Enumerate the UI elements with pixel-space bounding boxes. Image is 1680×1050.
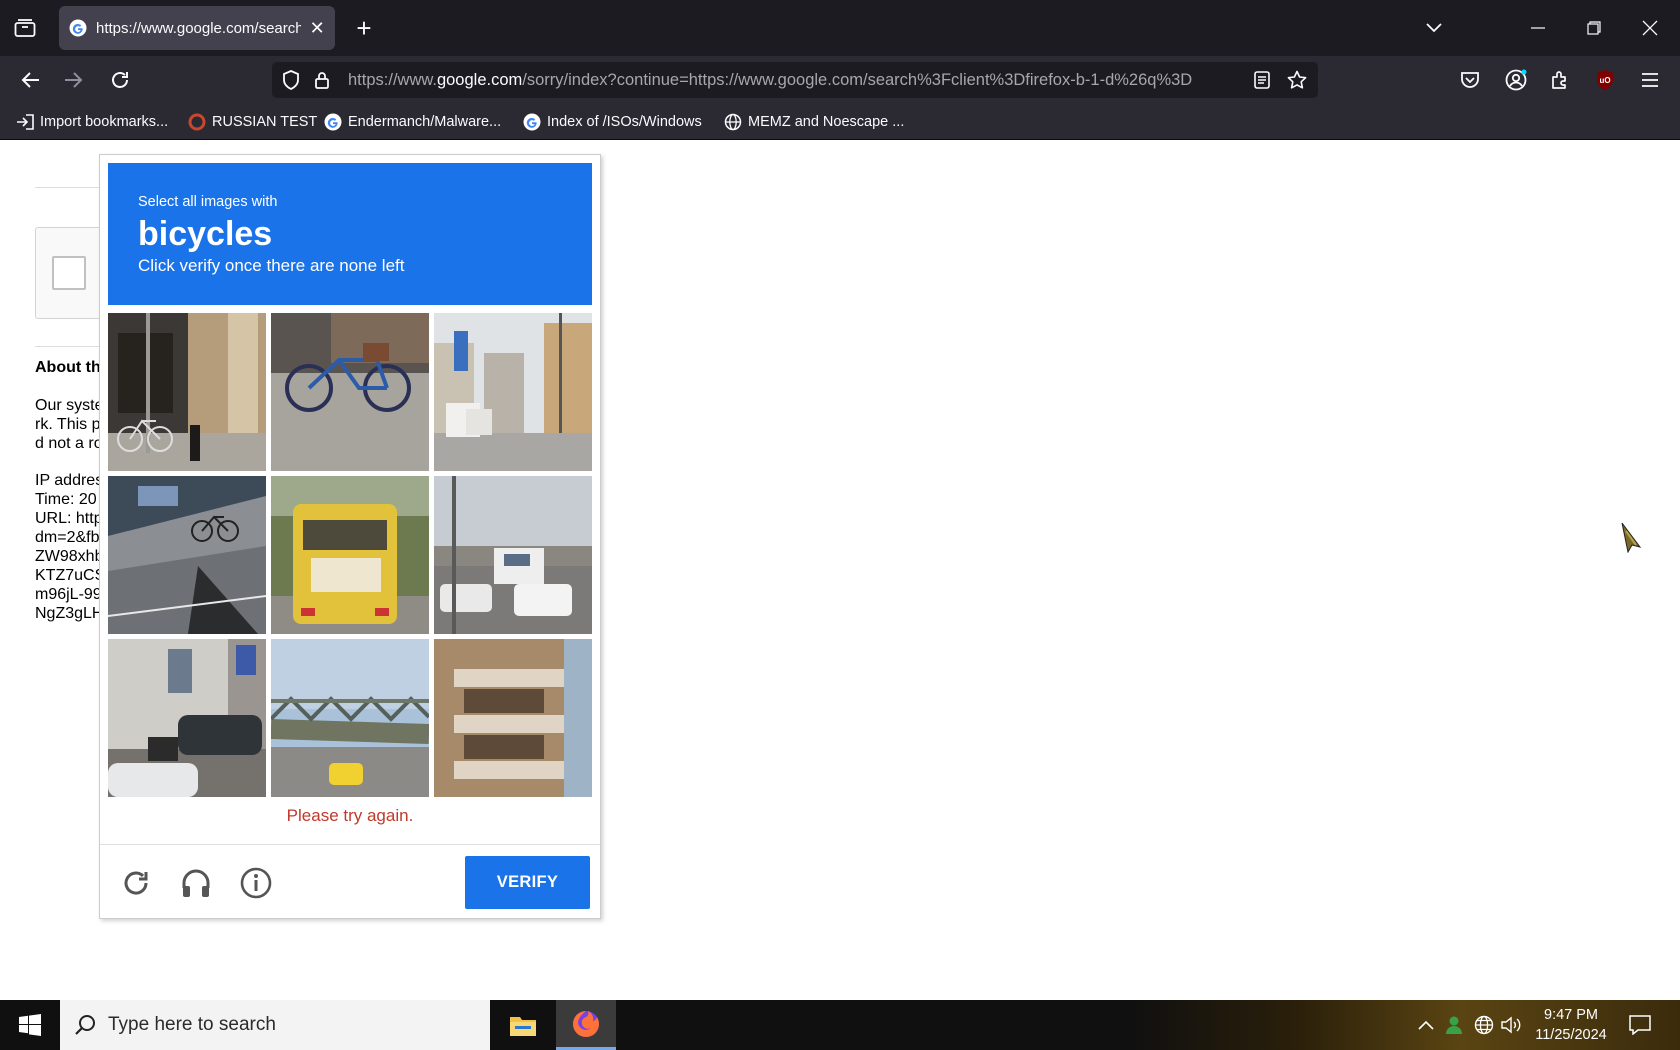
bookmark-memz[interactable]: MEMZ and Noescape ... [724,111,904,133]
extensions-icon[interactable] [1544,64,1576,96]
google-favicon [523,113,541,131]
info-help-icon[interactable] [238,865,274,901]
url-path: /sorry/index?continue=https://www.google… [522,71,1193,89]
back-icon[interactable] [14,64,46,96]
captcha-instruction: Select all images with [138,194,278,210]
audio-challenge-headphones-icon[interactable] [178,865,214,901]
firefox-view-icon[interactable] [10,14,40,42]
captcha-header: Select all images with bicycles Click ve… [108,163,592,305]
captcha-tile[interactable] [271,639,429,797]
url-bar[interactable]: https://www.google.com/sorry/index?conti… [272,62,1318,98]
info-line: dm=2&fb [35,529,100,546]
reload-icon[interactable] [104,64,136,96]
notifications-icon[interactable] [1628,1013,1652,1037]
captcha-tile[interactable] [271,476,429,634]
captcha-tile[interactable] [434,639,592,797]
import-icon [16,113,34,131]
tab-title: https://www.google.com/search?client=fir… [96,19,302,37]
clock-time: 9:47 PM [1544,1007,1598,1023]
divider [35,346,105,347]
tray-user-green-icon[interactable] [1442,1013,1466,1037]
svg-text:uO: uO [1599,76,1610,85]
google-favicon [69,19,87,37]
paragraph-line: rk. This p [35,416,101,433]
windows-taskbar: Type here to search 9:47 PM 11/25/2024 [0,1000,1680,1050]
bookmark-label: Import bookmarks... [40,114,169,130]
info-line: NgZ3gLH [35,605,101,622]
tray-chevron-up-icon[interactable] [1414,1013,1438,1037]
taskbar-clock[interactable]: 9:47 PM 11/25/2024 [1530,1005,1612,1045]
captcha-keyword: bicycles [138,215,273,253]
globe-icon [724,113,742,131]
reload-challenge-icon[interactable] [118,865,154,901]
google-favicon [324,113,342,131]
url-host: google.com [436,71,523,89]
new-tab-button[interactable]: + [350,14,378,42]
captcha-footer-divider [100,844,600,845]
restore-icon[interactable] [1578,12,1610,44]
captcha-tile[interactable] [108,313,266,471]
pocket-icon[interactable] [1454,64,1486,96]
captcha-tile[interactable] [434,476,592,634]
info-line: KTZ7uCS [35,567,101,584]
captcha-tile[interactable] [108,476,266,634]
account-icon[interactable] [1500,64,1532,96]
divider [35,187,105,188]
volume-speaker-icon[interactable] [1500,1013,1524,1037]
captcha-tile[interactable] [271,313,429,471]
captcha-challenge: Select all images with bicycles Click ve… [99,154,601,919]
captcha-tile[interactable] [108,639,266,797]
firefox-taskbar-icon[interactable] [556,1000,616,1050]
bookmark-star-icon[interactable] [1286,69,1308,91]
bookmark-label: MEMZ and Noescape ... [748,114,905,130]
bookmark-isos-windows[interactable]: Index of /ISOs/Windows [523,111,702,133]
bookmark-label: Endermanch/Malware... [348,114,502,130]
bookmarks-toolbar: Import bookmarks... RUSSIAN TEST Enderma… [0,104,1680,140]
bookmark-label: Index of /ISOs/Windows [547,114,702,130]
site-favicon [188,113,206,131]
tab-list-chevron-icon[interactable] [1418,12,1450,44]
search-icon [75,1015,95,1035]
mouse-cursor-icon [1618,521,1644,554]
info-line: ZW98xhb [35,548,101,565]
paragraph-line: Our syste [35,397,101,414]
windows-start-icon[interactable] [0,1000,60,1050]
ublock-origin-icon[interactable]: uO [1589,64,1621,96]
minimize-icon[interactable] [1522,12,1554,44]
url-text[interactable]: https://www.google.com/sorry/index?conti… [348,62,1246,98]
info-line: URL: http [35,510,101,527]
bookmark-label: RUSSIAN TEST [212,114,318,130]
taskbar-search-box[interactable]: Type here to search [60,1000,490,1050]
bookmark-russian-test[interactable]: RUSSIAN TEST [188,111,317,133]
captcha-error-message: Please try again. [286,806,414,825]
nav-bar: https://www.google.com/sorry/index?conti… [0,56,1680,104]
lock-icon[interactable] [312,70,332,90]
paragraph-line: d not a ro [35,435,101,452]
network-globe-icon[interactable] [1472,1013,1496,1037]
file-explorer-icon[interactable] [493,1000,553,1050]
tab-close-icon[interactable]: ✕ [309,18,325,39]
tab-active[interactable]: https://www.google.com/search?client=fir… [59,6,335,50]
close-window-icon[interactable] [1634,12,1666,44]
about-heading: About th [35,359,101,376]
search-placeholder: Type here to search [108,1014,276,1035]
tab-bar: https://www.google.com/search?client=fir… [0,0,1680,56]
tracking-protection-shield-icon[interactable] [280,70,302,90]
url-scheme: https://www. [348,71,437,89]
bookmark-endermanch[interactable]: Endermanch/Malware... [324,111,501,133]
info-line: m96jL-99 [35,586,101,603]
menu-hamburger-icon[interactable] [1634,64,1666,96]
reader-view-icon[interactable] [1252,70,1272,90]
forward-icon[interactable] [58,64,90,96]
clock-date: 11/25/2024 [1535,1027,1607,1043]
recaptcha-checkbox[interactable] [52,256,86,290]
captcha-tile[interactable] [434,313,592,471]
info-line: Time: 20 [35,491,97,508]
captcha-subinstruction: Click verify once there are none left [138,256,405,275]
captcha-image-grid [108,313,592,797]
bookmark-import[interactable]: Import bookmarks... [16,111,168,133]
info-line: IP addres [35,472,101,489]
verify-button[interactable]: VERIFY [465,856,590,909]
